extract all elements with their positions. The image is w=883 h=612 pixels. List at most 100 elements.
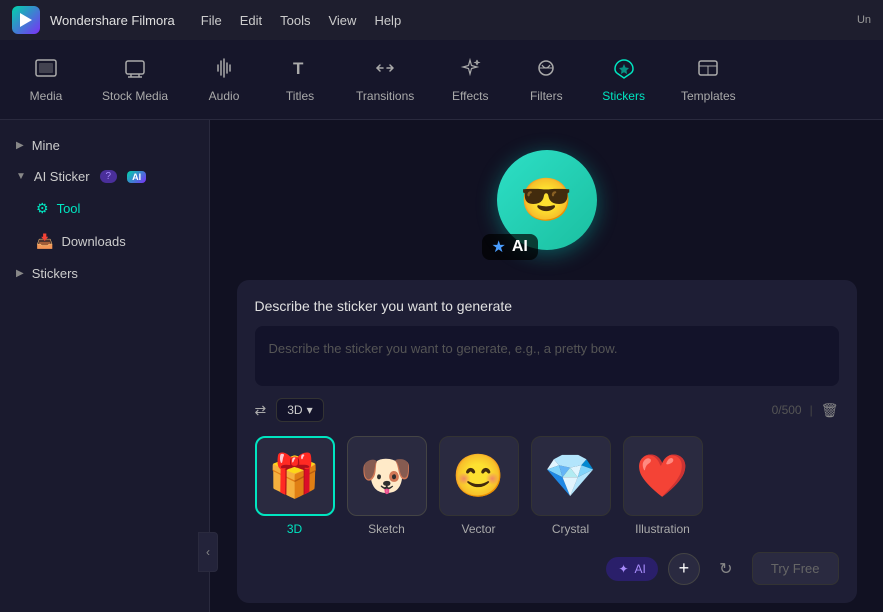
sidebar-item-downloads[interactable]: 📥 Downloads xyxy=(0,225,209,258)
style-label-vector: Vector xyxy=(461,522,495,536)
filters-label: Filters xyxy=(530,89,563,103)
sidebar-item-mine[interactable]: ▶ Mine xyxy=(0,130,209,161)
ai-cost-icon: ✦ xyxy=(618,562,628,576)
style-thumb-3d: 🎁 xyxy=(255,436,335,516)
divider: | xyxy=(810,403,813,417)
bottom-actions: ✦ AI + ↻ Try Free xyxy=(255,552,839,585)
nav-media[interactable]: Media xyxy=(10,49,82,111)
mine-arrow-icon: ▶ xyxy=(16,140,24,151)
ai-sticker-preview-section: 😎 ★ AI xyxy=(482,140,612,260)
nav-audio[interactable]: Audio xyxy=(188,49,260,111)
transitions-icon xyxy=(373,57,397,85)
titles-label: Titles xyxy=(286,89,314,103)
window-controls: Un xyxy=(857,14,871,26)
stock-media-icon xyxy=(123,57,147,85)
style-thumb-sketch: 🐶 xyxy=(347,436,427,516)
effects-label: Effects xyxy=(452,89,488,103)
nav-transitions[interactable]: Transitions xyxy=(340,49,430,111)
stickers-arrow-icon: ▶ xyxy=(16,268,24,279)
style-card-illustration[interactable]: ❤️ Illustration xyxy=(623,436,703,536)
sidebar-item-ai-sticker[interactable]: ▼ AI Sticker ? AI xyxy=(0,161,209,192)
stock-media-label: Stock Media xyxy=(102,89,168,103)
effects-icon xyxy=(458,57,482,85)
description-input-area[interactable]: Describe the sticker you want to generat… xyxy=(255,326,839,386)
ai-sticker-preview: 😎 ★ AI xyxy=(482,140,612,260)
app-logo xyxy=(12,6,40,34)
ai-cost-badge: ✦ AI xyxy=(606,557,657,581)
downloads-label: Downloads xyxy=(61,234,125,249)
nav-templates[interactable]: Templates xyxy=(665,49,752,111)
sidebar: ▶ Mine ▼ AI Sticker ? AI ⚙ Tool 📥 Downlo… xyxy=(0,120,210,612)
sidebar-item-tool[interactable]: ⚙ Tool xyxy=(0,192,209,225)
top-nav: Media Stock Media Audio T Titles xyxy=(0,40,883,120)
star-icon: ★ xyxy=(492,237,506,257)
templates-icon xyxy=(696,57,720,85)
ai-label-badge: ★ AI xyxy=(482,234,538,260)
style-thumb-crystal: 💎 xyxy=(531,436,611,516)
stickers-label: Stickers xyxy=(602,89,645,103)
style-label-3d: 3D xyxy=(287,522,302,536)
main-layout: ▶ Mine ▼ AI Sticker ? AI ⚙ Tool 📥 Downlo… xyxy=(0,120,883,612)
style-label-illustration: Illustration xyxy=(635,522,690,536)
titles-icon: T xyxy=(288,57,312,85)
ai-sticker-label: AI Sticker xyxy=(34,169,90,184)
media-icon xyxy=(34,57,58,85)
transitions-label: Transitions xyxy=(356,89,414,103)
try-free-button[interactable]: Try Free xyxy=(752,552,839,585)
downloads-icon: 📥 xyxy=(36,233,53,250)
controls-row: ⇄ 3D ▾ 0/500 | 🗑 xyxy=(255,398,839,422)
menu-tools[interactable]: Tools xyxy=(280,13,310,28)
nav-filters[interactable]: Filters xyxy=(510,49,582,111)
style-select-value: 3D xyxy=(287,403,302,417)
style-card-vector[interactable]: 😊 Vector xyxy=(439,436,519,536)
sidebar-collapse-button[interactable]: ‹ xyxy=(198,532,218,572)
stickers-label: Stickers xyxy=(32,266,78,281)
generate-title: Describe the sticker you want to generat… xyxy=(255,298,839,314)
ai-icon-badge: AI xyxy=(127,171,146,183)
menu-view[interactable]: View xyxy=(328,13,356,28)
char-count-area: 0/500 | 🗑 xyxy=(772,402,839,419)
templates-label: Templates xyxy=(681,89,736,103)
nav-stock-media[interactable]: Stock Media xyxy=(86,49,184,111)
audio-icon xyxy=(212,57,236,85)
nav-stickers[interactable]: Stickers xyxy=(586,49,661,111)
menu-bar: File Edit Tools View Help xyxy=(201,13,401,28)
svg-text:T: T xyxy=(293,59,304,78)
ai-cost-label: AI xyxy=(635,562,646,576)
style-card-3d[interactable]: 🎁 3D xyxy=(255,436,335,536)
add-credits-button[interactable]: + xyxy=(668,553,700,585)
description-placeholder: Describe the sticker you want to generat… xyxy=(269,341,618,356)
style-thumb-vector: 😊 xyxy=(439,436,519,516)
media-label: Media xyxy=(30,89,63,103)
menu-help[interactable]: Help xyxy=(374,13,401,28)
style-label-sketch: Sketch xyxy=(368,522,405,536)
content-area: 😎 ★ AI Describe the sticker you want to … xyxy=(210,120,883,612)
sidebar-item-stickers[interactable]: ▶ Stickers xyxy=(0,258,209,289)
style-thumb-illustration: ❤️ xyxy=(623,436,703,516)
clear-button[interactable]: 🗑 xyxy=(821,402,839,419)
generate-box: Describe the sticker you want to generat… xyxy=(237,280,857,603)
char-count-text: 0/500 xyxy=(772,403,802,417)
ai-question-badge: ? xyxy=(100,170,118,183)
style-grid: 🎁 3D 🐶 Sketch 😊 Vector 💎 Crystal xyxy=(255,436,839,536)
shuffle-icon[interactable]: ⇄ xyxy=(255,402,267,419)
tool-label: Tool xyxy=(57,201,81,216)
style-dropdown[interactable]: 3D ▾ xyxy=(276,398,323,422)
window-label: Un xyxy=(857,14,871,26)
stickers-icon xyxy=(612,57,636,85)
nav-effects[interactable]: Effects xyxy=(434,49,506,111)
filters-icon xyxy=(534,57,558,85)
ai-badge-text: AI xyxy=(512,238,528,256)
menu-file[interactable]: File xyxy=(201,13,222,28)
tool-icon: ⚙ xyxy=(36,200,49,217)
audio-label: Audio xyxy=(209,89,240,103)
refresh-button[interactable]: ↻ xyxy=(710,553,742,585)
nav-titles[interactable]: T Titles xyxy=(264,49,336,111)
creature-face-icon: 😎 xyxy=(520,176,572,225)
title-bar: Wondershare Filmora File Edit Tools View… xyxy=(0,0,883,40)
app-name: Wondershare Filmora xyxy=(50,13,175,28)
menu-edit[interactable]: Edit xyxy=(240,13,262,28)
style-card-sketch[interactable]: 🐶 Sketch xyxy=(347,436,427,536)
style-card-crystal[interactable]: 💎 Crystal xyxy=(531,436,611,536)
chevron-down-icon: ▾ xyxy=(307,403,313,417)
